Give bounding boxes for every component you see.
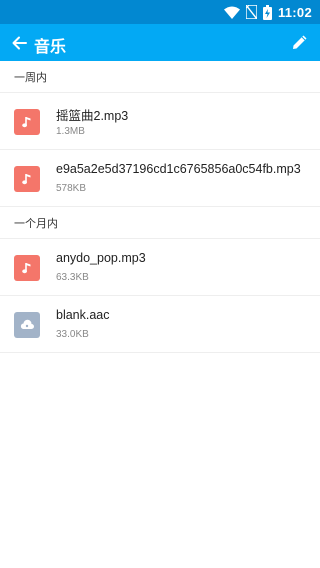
- music-file-icon: [14, 255, 40, 281]
- audio-file-icon: [14, 312, 40, 338]
- arrow-back-icon: [12, 36, 27, 50]
- file-row[interactable]: blank.aac 33.0KB: [0, 296, 320, 353]
- music-note-icon: [22, 174, 31, 185]
- file-name: 摇篮曲2.mp3: [56, 109, 129, 123]
- back-button[interactable]: [10, 33, 30, 53]
- file-size: 33.0KB: [56, 329, 89, 340]
- section-header: 一周内: [0, 61, 320, 93]
- file-size: 578KB: [56, 183, 87, 194]
- edit-button[interactable]: [290, 32, 310, 52]
- music-note-icon: [22, 117, 31, 128]
- app-bar: 音乐: [0, 24, 320, 61]
- file-name: anydo_pop.mp3: [56, 251, 146, 265]
- file-list: 一周内 摇篮曲2.mp3 1.3MB e9a5a2e5d37196cd1c676…: [0, 61, 320, 353]
- file-size: 1.3MB: [56, 126, 85, 137]
- pencil-icon: [293, 35, 307, 49]
- page-title: 音乐: [34, 39, 67, 56]
- status-time: 11:02: [277, 4, 312, 20]
- wifi-icon: [223, 6, 240, 19]
- file-size: 63.3KB: [56, 272, 89, 283]
- file-name: e9a5a2e5d37196cd1c6765856a0c54fb.mp3: [56, 162, 301, 176]
- cloud-file-icon: [20, 319, 34, 329]
- status-icons: 11:02: [223, 0, 312, 24]
- file-name: blank.aac: [56, 308, 110, 322]
- file-row[interactable]: e9a5a2e5d37196cd1c6765856a0c54fb.mp3 578…: [0, 150, 320, 207]
- file-row[interactable]: anydo_pop.mp3 63.3KB: [0, 239, 320, 296]
- section-header: 一个月内: [0, 207, 320, 239]
- battery-charging-icon: [262, 4, 272, 20]
- no-sim-icon: [245, 5, 257, 19]
- music-file-icon: [14, 166, 40, 192]
- music-file-icon: [14, 109, 40, 135]
- status-bar: 11:02: [0, 0, 320, 24]
- file-row[interactable]: 摇篮曲2.mp3 1.3MB: [0, 93, 320, 150]
- music-note-icon: [22, 263, 31, 274]
